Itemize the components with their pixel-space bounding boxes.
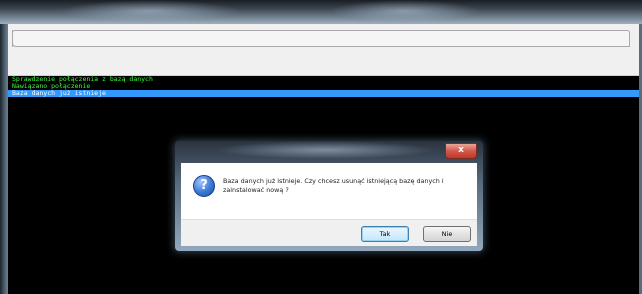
tab-baseline [24,46,629,47]
titlebar-glow [330,0,480,22]
tab-strip [12,30,630,47]
console-line-selected[interactable]: Baza danych już istnieje [8,90,639,97]
window-titlebar [0,0,642,24]
dialog-titlebar [215,141,435,159]
dialog-content: ? Baza danych już istnieje. Czy chcesz u… [181,163,477,219]
yes-button[interactable]: Tak [361,226,409,242]
tab-corner [12,30,25,47]
close-icon: x [458,145,464,155]
confirm-dialog: x ? Baza danych już istnieje. Czy chcesz… [174,140,484,252]
toolbar-panel [8,24,639,76]
console-line: Sprawdzenie połączenia z bazą danych [12,75,153,83]
question-icon: ? [193,175,215,197]
no-button[interactable]: Nie [423,226,471,242]
window-frame-left [0,24,8,294]
dialog-footer: Tak Nie [181,219,477,246]
titlebar-glow [60,0,240,22]
dialog-message: Baza danych już istnieje. Czy chcesz usu… [223,177,444,194]
close-button[interactable]: x [445,143,477,159]
